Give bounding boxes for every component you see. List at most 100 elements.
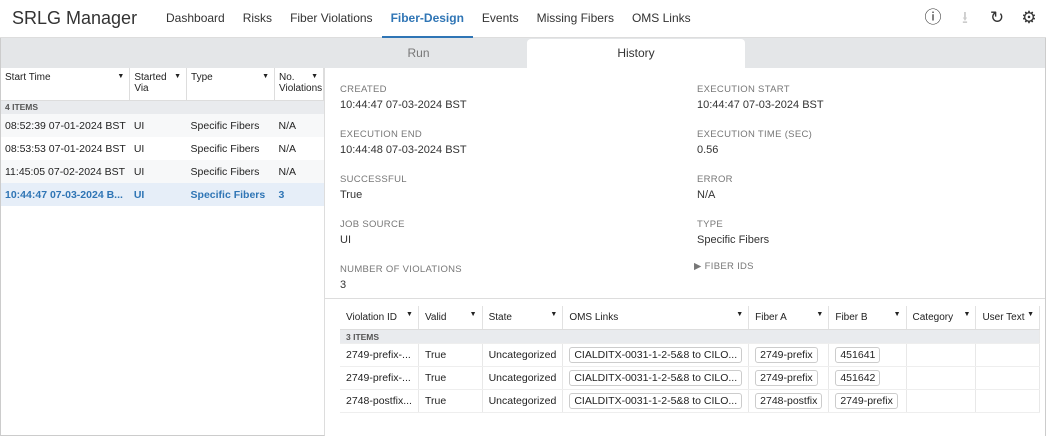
- violation-cell: CIALDITX-0031-1-2-5&8 to CILO...: [562, 343, 750, 367]
- tag-pill[interactable]: CIALDITX-0031-1-2-5&8 to CILO...: [569, 347, 743, 363]
- field-type: TYPE Specific Fibers: [697, 219, 770, 246]
- violation-cell: Uncategorized: [482, 343, 564, 367]
- tag-pill[interactable]: 2749-prefix: [755, 370, 818, 386]
- field-created: CREATED 10:44:47 07-03-2024 BST: [340, 84, 467, 111]
- tab-run[interactable]: Run: [311, 39, 526, 68]
- violation-cell: 2748-postfix: [748, 389, 830, 413]
- violation-cell: 2749-prefix: [828, 389, 907, 413]
- field-execution-start: EXECUTION START 10:44:47 07-03-2024 BST: [697, 84, 824, 111]
- sort-caret-icon: ▼: [469, 311, 477, 318]
- sort-caret-icon: ▼: [736, 311, 744, 318]
- violation-cell: 2749-prefix: [748, 366, 830, 390]
- history-row[interactable]: 08:52:39 07-01-2024 BST UI Specific Fibers…: [1, 114, 324, 137]
- violations-col-header[interactable]: User Text ▼: [975, 306, 1040, 330]
- sort-caret-icon: ▼: [1027, 311, 1034, 318]
- violation-cell: 2749-prefix: [748, 343, 830, 367]
- violation-cell: 2749-prefix-...: [340, 366, 419, 390]
- violation-cell: CIALDITX-0031-1-2-5&8 to CILO...: [562, 366, 750, 390]
- sort-caret-icon: ▼: [893, 311, 901, 318]
- sort-caret-icon: ▼: [406, 311, 413, 318]
- violation-row[interactable]: 2749-prefix-... True Uncategorized CIALDITX…: [340, 366, 1040, 390]
- nav-events[interactable]: Events: [473, 0, 528, 38]
- history-cell: UI: [129, 160, 187, 183]
- history-cell: Specific Fibers: [186, 160, 275, 183]
- violations-col-header[interactable]: State ▼: [482, 306, 564, 330]
- help-icon[interactable]: ⓘ: [924, 8, 942, 28]
- violations-col-header[interactable]: Valid ▼: [418, 306, 483, 330]
- nav-fiber-design[interactable]: Fiber-Design: [381, 0, 473, 38]
- history-row[interactable]: 11:45:05 07-02-2024 BST UI Specific Fibers…: [1, 160, 324, 183]
- tag-pill[interactable]: CIALDITX-0031-1-2-5&8 to CILO...: [569, 393, 743, 409]
- history-cell: Specific Fibers: [186, 183, 275, 206]
- history-row[interactable]: 10:44:47 07-03-2024 B... UI Specific Fiber…: [1, 183, 324, 206]
- field-error: ERROR N/A: [697, 174, 733, 201]
- violation-cell: Uncategorized: [482, 366, 564, 390]
- violation-cell: True: [418, 366, 483, 390]
- tag-pill[interactable]: 451641: [835, 347, 881, 363]
- history-row[interactable]: 08:53:53 07-01-2024 BST UI Specific Fibers…: [1, 137, 324, 160]
- history-cell: UI: [129, 183, 187, 206]
- col-no-violations[interactable]: No. Violations ▼: [274, 68, 324, 101]
- violation-cell: [906, 343, 977, 367]
- nav-missing-fibers[interactable]: Missing Fibers: [528, 0, 623, 38]
- field-execution-end: EXECUTION END 10:44:48 07-03-2024 BST: [340, 129, 467, 156]
- violation-cell: Uncategorized: [482, 389, 564, 413]
- divider: [325, 298, 1046, 299]
- violation-cell: 2749-prefix-...: [340, 343, 419, 367]
- violation-cell: True: [418, 389, 483, 413]
- violation-row[interactable]: 2748-postfix... True Uncategorized CIALDITX…: [340, 389, 1040, 413]
- app-title: SRLG Manager: [12, 8, 138, 28]
- caret-right-icon: ▶: [694, 261, 702, 272]
- nav-risks[interactable]: Risks: [234, 0, 281, 38]
- tag-pill[interactable]: 2748-postfix: [755, 393, 823, 409]
- violations-col-header[interactable]: Fiber A ▼: [748, 306, 830, 330]
- violation-cell: 451642: [828, 366, 907, 390]
- main-nav: Dashboard Risks Fiber Violations Fiber-D…: [157, 0, 700, 38]
- col-start-time[interactable]: Start Time ▼: [1, 68, 131, 101]
- violations-col-header[interactable]: Violation ID ▼: [340, 306, 419, 330]
- violation-cell: 451641: [828, 343, 907, 367]
- field-execution-time: EXECUTION TIME (SEC) 0.56: [697, 129, 813, 156]
- nav-fiber-violations[interactable]: Fiber Violations: [281, 0, 382, 38]
- field-job-source: JOB SOURCE UI: [340, 219, 405, 246]
- sort-caret-icon: ▼: [816, 311, 824, 318]
- violation-cell: [975, 343, 1040, 367]
- violation-cell: CIALDITX-0031-1-2-5&8 to CILO...: [562, 389, 750, 413]
- refresh-icon[interactable]: ↻: [988, 8, 1006, 28]
- nav-oms-links[interactable]: OMS Links: [623, 0, 700, 38]
- history-cell: Specific Fibers: [190, 142, 260, 155]
- history-cell: 10:44:47 07-03-2024 B...: [1, 183, 130, 206]
- history-cell: N/A: [274, 160, 324, 183]
- app-header: SRLG Manager Dashboard Risks Fiber Viola…: [0, 0, 1046, 38]
- nav-dashboard[interactable]: Dashboard: [157, 0, 234, 38]
- history-cell: 11:45:05 07-02-2024 BST: [1, 160, 130, 183]
- history-cell: 08:52:39 07-01-2024 BST: [1, 114, 130, 137]
- violations-col-header[interactable]: OMS Links ▼: [562, 306, 750, 330]
- settings-icon[interactable]: ⚙: [1020, 8, 1038, 28]
- history-cell: UI: [133, 142, 145, 155]
- tag-pill[interactable]: 451642: [835, 370, 881, 386]
- field-successful: SUCCESSFUL True: [340, 174, 407, 201]
- fiber-ids-toggle[interactable]: ▶ FIBER IDS: [694, 260, 1024, 272]
- violation-cell: True: [418, 343, 483, 367]
- col-started-via[interactable]: Started Via ▼: [129, 68, 188, 101]
- violation-cell: [975, 366, 1040, 390]
- history-cell: 08:53:53 07-01-2024 BST: [5, 142, 126, 155]
- field-number-of-violations: NUMBER OF VIOLATIONS 3: [340, 264, 462, 291]
- history-cell: N/A: [278, 142, 297, 155]
- violations-col-header[interactable]: Category ▼: [906, 306, 977, 330]
- tag-pill[interactable]: 2749-prefix: [755, 347, 818, 363]
- violation-cell: 2748-postfix...: [340, 389, 419, 413]
- violations-col-header[interactable]: Fiber B ▼: [828, 306, 907, 330]
- tag-pill[interactable]: CIALDITX-0031-1-2-5&8 to CILO...: [569, 370, 743, 386]
- violation-cell: [906, 366, 977, 390]
- violation-row[interactable]: 2749-prefix-... True Uncategorized CIALDITX…: [340, 343, 1040, 367]
- col-type[interactable]: Type ▼: [186, 68, 275, 101]
- violation-cell: [975, 389, 1040, 413]
- tag-pill[interactable]: 2749-prefix: [835, 393, 898, 409]
- history-cell: UI: [129, 114, 187, 137]
- download-icon[interactable]: ⭳: [956, 8, 974, 28]
- tab-history[interactable]: History: [527, 39, 745, 68]
- history-cell: N/A: [274, 114, 324, 137]
- group-count: 4 ITEMS: [1, 100, 324, 114]
